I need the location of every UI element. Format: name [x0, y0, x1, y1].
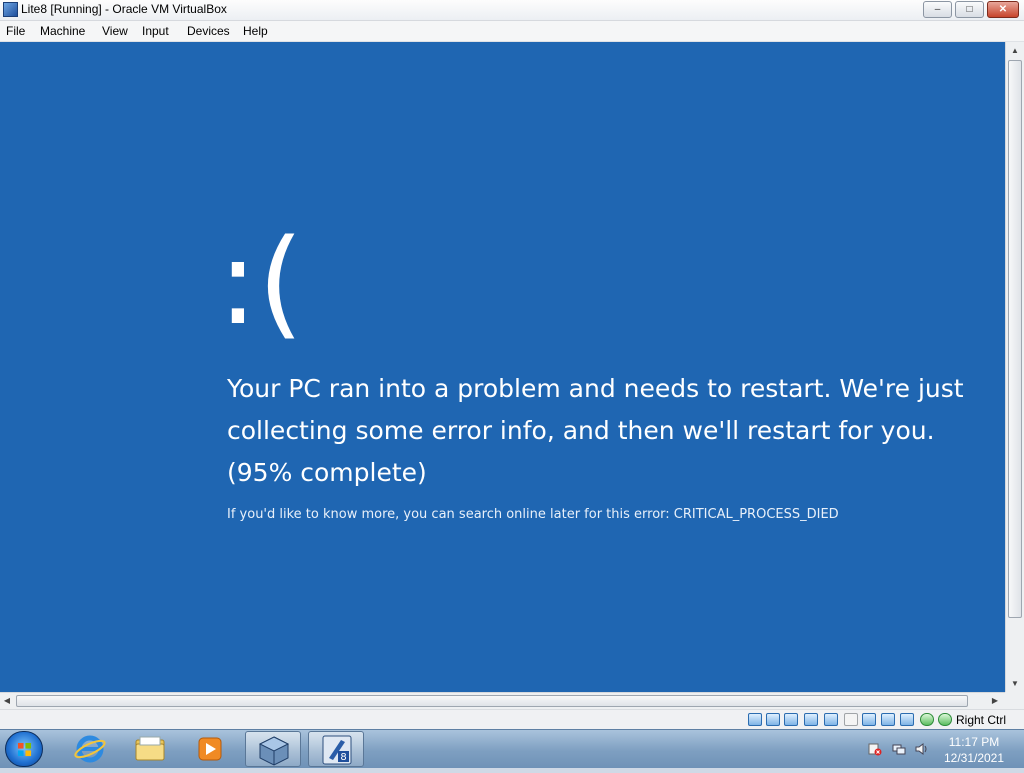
scroll-down-arrow-icon[interactable]: ▼: [1006, 675, 1024, 692]
video-capture-icon[interactable]: [881, 713, 895, 726]
audio-icon[interactable]: [784, 713, 798, 726]
windows-logo-icon: [17, 742, 32, 757]
taskbar-file-explorer[interactable]: [122, 731, 178, 767]
vm-display[interactable]: :( Your PC ran into a problem and needs …: [0, 42, 1005, 692]
taskbar: 8 11:17 PM 12/31/2021: [0, 729, 1024, 768]
host-key-label[interactable]: Right Ctrl: [956, 713, 1006, 727]
virtualization-icon[interactable]: [900, 713, 914, 726]
clock-date: 12/31/2021: [943, 751, 1005, 765]
window-title: Lite8 [Running] - Oracle VM VirtualBox: [21, 2, 227, 16]
taskbar-virtualbox[interactable]: [245, 731, 301, 767]
menu-file[interactable]: File: [6, 24, 25, 38]
window-title-bar[interactable]: Lite8 [Running] - Oracle VM VirtualBox –…: [0, 0, 1024, 21]
minimize-button[interactable]: –: [923, 1, 952, 18]
close-button[interactable]: ✕: [987, 1, 1019, 18]
scroll-right-arrow-icon[interactable]: ▶: [988, 693, 1002, 709]
shared-folders-icon[interactable]: [844, 713, 858, 726]
optical-drive-icon[interactable]: [766, 713, 780, 726]
internet-explorer-icon: [74, 735, 106, 763]
svg-text:8: 8: [340, 752, 346, 763]
error-message: Your PC ran into a problem and needs to …: [227, 374, 964, 487]
sad-face: :(: [218, 213, 304, 351]
virtualbox-window-icon[interactable]: [3, 2, 18, 17]
action-center-icon[interactable]: [868, 742, 882, 756]
menu-bar: File Machine View Input Devices Help: [0, 21, 1024, 42]
vertical-scrollbar[interactable]: ▲ ▼: [1005, 42, 1024, 692]
keyboard-icon[interactable]: [938, 713, 952, 726]
menu-devices[interactable]: Devices: [187, 24, 230, 38]
hard-disk-icon[interactable]: [748, 713, 762, 726]
scroll-left-arrow-icon[interactable]: ◀: [0, 693, 14, 709]
start-button[interactable]: [5, 731, 43, 767]
vm-lite8-icon: 8: [322, 735, 352, 765]
taskbar-vm-lite8[interactable]: 8: [308, 731, 364, 767]
display-icon[interactable]: [862, 713, 876, 726]
menu-help[interactable]: Help: [243, 24, 268, 38]
file-explorer-icon: [135, 736, 165, 761]
media-player-icon: [198, 737, 222, 761]
vertical-scroll-thumb[interactable]: [1008, 60, 1022, 618]
menu-view[interactable]: View: [102, 24, 128, 38]
network-icon[interactable]: [892, 742, 906, 756]
menu-machine[interactable]: Machine: [40, 24, 85, 38]
scroll-up-arrow-icon[interactable]: ▲: [1006, 42, 1024, 59]
horizontal-scrollbar[interactable]: ◀ ▶: [0, 692, 1005, 709]
volume-icon[interactable]: [915, 742, 929, 756]
taskbar-internet-explorer[interactable]: [62, 731, 118, 767]
usb-icon[interactable]: [824, 713, 838, 726]
vm-status-bar: Right Ctrl: [0, 709, 1024, 729]
taskbar-clock[interactable]: 11:17 PM 12/31/2021: [938, 734, 1010, 766]
clock-time: 11:17 PM: [948, 735, 1000, 749]
scrollbar-corner: [1005, 692, 1024, 709]
horizontal-scroll-thumb[interactable]: [16, 695, 968, 707]
mouse-integration-icon[interactable]: [920, 713, 934, 726]
taskbar-media-player[interactable]: [182, 731, 238, 767]
menu-input[interactable]: Input: [142, 24, 169, 38]
network-icon[interactable]: [804, 713, 818, 726]
error-hint: If you'd like to know more, you can sear…: [227, 507, 839, 522]
maximize-button[interactable]: □: [955, 1, 984, 18]
virtualbox-icon: [258, 736, 290, 766]
